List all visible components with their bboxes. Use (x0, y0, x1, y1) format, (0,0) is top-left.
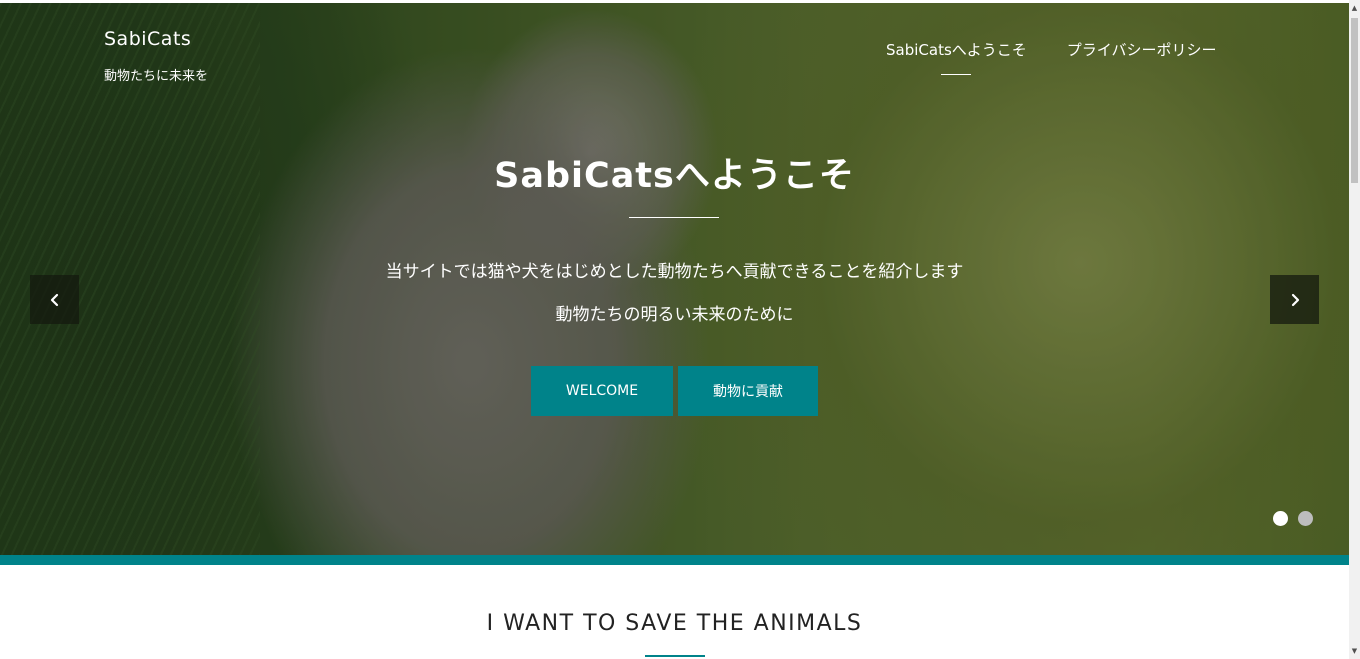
scrollbar-thumb[interactable] (1351, 18, 1358, 183)
hero-slider: SabiCats 動物たちに未来を SabiCatsへようこそ プライバシーポリ… (0, 3, 1349, 555)
chevron-left-icon (50, 293, 58, 306)
scroll-down-arrow-icon[interactable]: ▼ (1349, 645, 1360, 657)
contribute-button[interactable]: 動物に貢献 (678, 366, 818, 416)
slider-prev-button[interactable] (30, 275, 79, 324)
main-nav: SabiCatsへようこそ プライバシーポリシー (886, 39, 1217, 75)
accent-band (0, 555, 1349, 565)
welcome-button[interactable]: WELCOME (531, 366, 673, 416)
hero-title: SabiCatsへようこそ (494, 156, 855, 196)
page: SabiCats 動物たちに未来を SabiCatsへようこそ プライバシーポリ… (0, 0, 1349, 659)
scroll-up-arrow-icon[interactable]: ▲ (1349, 2, 1360, 14)
hero-description: 当サイトでは猫や犬をはじめとした動物たちへ貢献できることを紹介します (385, 262, 964, 282)
chevron-right-icon (1291, 293, 1299, 306)
site-title[interactable]: SabiCats (104, 28, 208, 50)
nav-item-privacy-policy[interactable]: プライバシーポリシー (1067, 39, 1217, 60)
section-heading: I WANT TO SAVE THE ANIMALS (486, 611, 863, 636)
section-heading-divider (645, 655, 705, 657)
slider-next-button[interactable] (1270, 275, 1319, 324)
hero-title-divider (629, 217, 719, 218)
slider-dot-1[interactable] (1273, 511, 1288, 526)
hero-subdescription: 動物たちの明るい未来のために (555, 305, 794, 325)
nav-item-welcome[interactable]: SabiCatsへようこそ (886, 39, 1027, 75)
site-branding: SabiCats 動物たちに未来を (104, 28, 208, 84)
slider-pagination (1273, 511, 1313, 526)
slider-dot-2[interactable] (1298, 511, 1313, 526)
page-scrollbar[interactable]: ▲ ▼ (1349, 0, 1360, 659)
site-tagline: 動物たちに未来を (104, 69, 209, 84)
